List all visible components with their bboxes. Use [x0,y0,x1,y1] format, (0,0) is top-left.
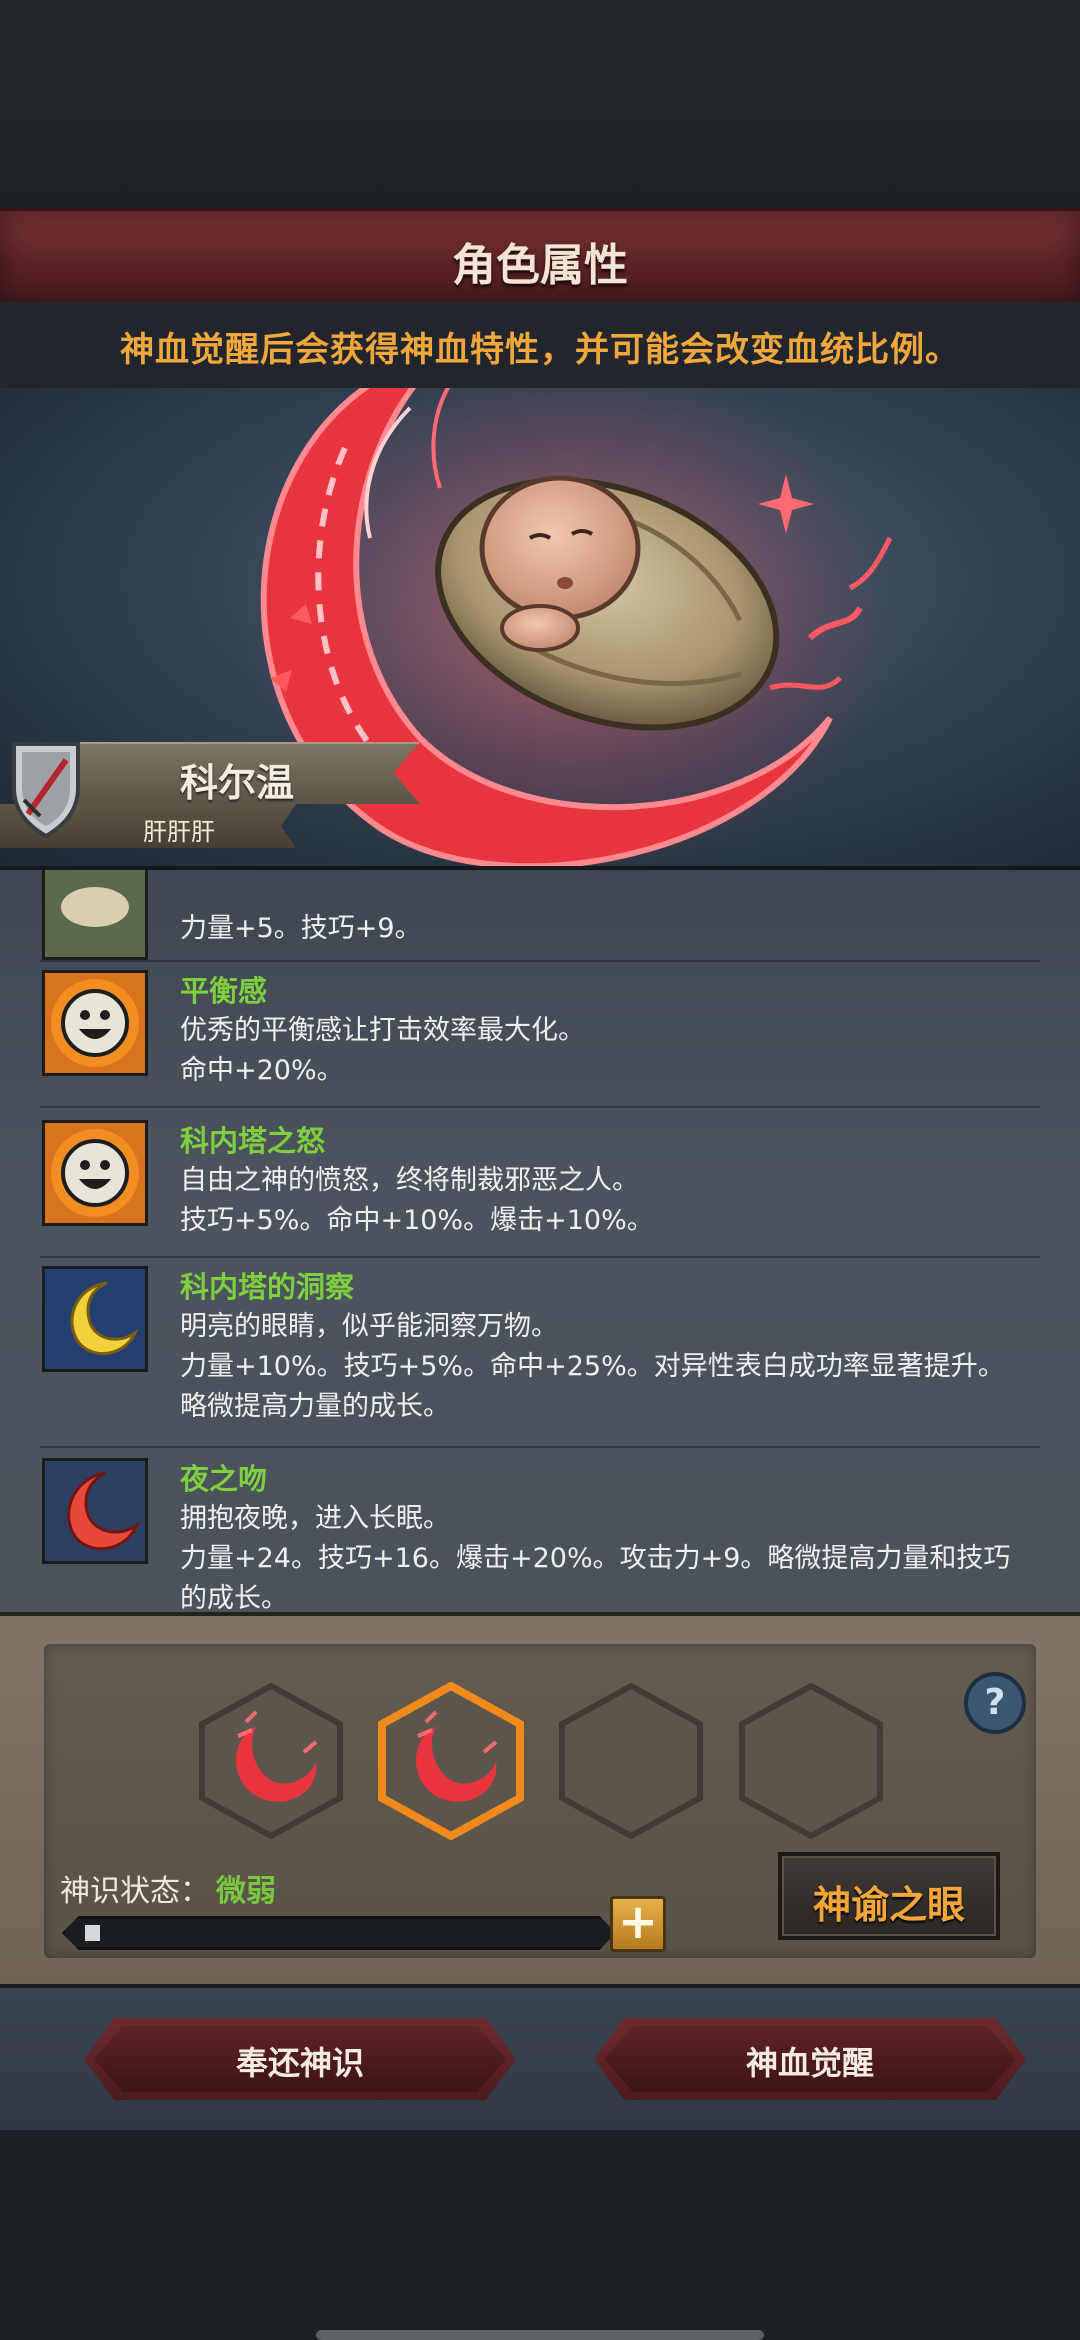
trait-extra: 略微提高力量的成长。 [180,1391,450,1422]
blood-awaken-label: 神血觉醒 [745,2044,874,2082]
blood-slot-1[interactable] [196,1682,346,1840]
help-button[interactable]: ? [964,1672,1026,1734]
bottom-background [0,2130,1080,2340]
red-moon-icon [42,1458,148,1564]
trait-effect: 力量+10%。技巧+5%。命中+25%。对异性表白成功率显著提升。 [180,1351,1005,1382]
trait-name: 平衡感 [180,974,268,1008]
divine-sense-value: 微弱 [216,1874,276,1909]
trait-item: 平衡感 优秀的平衡感让打击效率最大化。 命中+20%。 [40,966,1040,1108]
trait-name: 夜之吻 [180,1462,268,1496]
empty-slot-3[interactable] [556,1682,706,1840]
character-nameplate: 科尔温 肝肝肝 [0,738,420,856]
wheat-icon [42,870,148,960]
trait-effect: 命中+20%。 [180,1055,344,1086]
trait-effect: 力量+5。技巧+9。 [180,913,422,944]
trait-name: 科内塔的洞察 [180,1270,355,1304]
divine-sense-label: 神识状态： [60,1874,210,1909]
awakening-hint: 神血觉醒后会获得神血特性，并可能会改变血统比例。 [120,330,960,370]
slot-frame: ? 神识状态： 微弱 + 神谕之眼 [44,1644,1036,1958]
trait-desc: 拥抱夜晚，进入长眠。 [180,1503,450,1534]
blood-awaken-button[interactable]: 神血觉醒 [594,2018,1026,2100]
sword-shield-icon [12,742,80,838]
add-sense-button[interactable]: + [610,1896,666,1952]
trait-item: 力量+5。技巧+9。 [40,870,1040,962]
trait-effect: 力量+24。技巧+16。爆击+20%。攻击力+9。略微提高力量和技巧 [180,1543,1011,1574]
character-subtitle: 肝肝肝 [143,818,215,846]
trait-desc: 优秀的平衡感让打击效率最大化。 [180,1015,585,1046]
return-sense-button[interactable]: 奉还神识 [84,2018,516,2100]
oracle-eye-button[interactable]: 神谕之眼 [778,1852,1000,1940]
oracle-eye-label: 神谕之眼 [812,1883,965,1927]
empty-slot-4[interactable] [736,1682,886,1840]
top-background [0,0,1080,210]
return-sense-label: 奉还神识 [235,2044,364,2082]
hint-bar: 神血觉醒后会获得神血特性，并可能会改变血统比例。 [0,302,1080,388]
trait-item: 科内塔之怒 自由之神的愤怒，终将制裁邪恶之人。 技巧+5%。命中+10%。爆击+… [40,1116,1040,1258]
title-banner: 角色属性 [0,208,1080,306]
trait-name: 科内塔之怒 [180,1124,326,1158]
action-bar: 奉还神识 神血觉醒 [0,1984,1080,2134]
screen: 角色属性 神血觉醒后会获得神血特性，并可能会改变血统比例。 科尔温 肝肝肝 力量… [0,0,1080,2340]
trait-effect: 技巧+5%。命中+10%。爆击+10%。 [180,1205,654,1236]
smiley-sun-icon [42,1120,148,1226]
character-name: 科尔温 [180,761,295,805]
trait-desc: 自由之神的愤怒，终将制裁邪恶之人。 [180,1165,639,1196]
crescent-moon-icon [42,1266,148,1372]
name-ribbon: 科尔温 [40,742,420,804]
trait-item: 夜之吻 拥抱夜晚，进入长眠。 力量+24。技巧+16。爆击+20%。攻击力+9。… [40,1454,1040,1616]
awakening-panel: ? 神识状态： 微弱 + 神谕之眼 [0,1612,1080,1988]
home-indicator[interactable] [316,2330,764,2340]
smiley-sun-icon [42,970,148,1076]
trait-item: 科内塔的洞察 明亮的眼睛，似乎能洞察万物。 力量+10%。技巧+5%。命中+25… [40,1262,1040,1448]
divine-sense-progress [62,1916,616,1950]
blood-slot-2-selected[interactable] [376,1682,526,1840]
progress-fill [85,1925,100,1941]
trait-list[interactable]: 力量+5。技巧+9。 平衡感 优秀的平衡感让打击效率最大化。 命中+20%。 科… [0,866,1080,1616]
trait-extra: 的成长。 [180,1583,288,1614]
page-title: 角色属性 [452,240,628,291]
trait-desc: 明亮的眼睛，似乎能洞察万物。 [180,1311,558,1342]
